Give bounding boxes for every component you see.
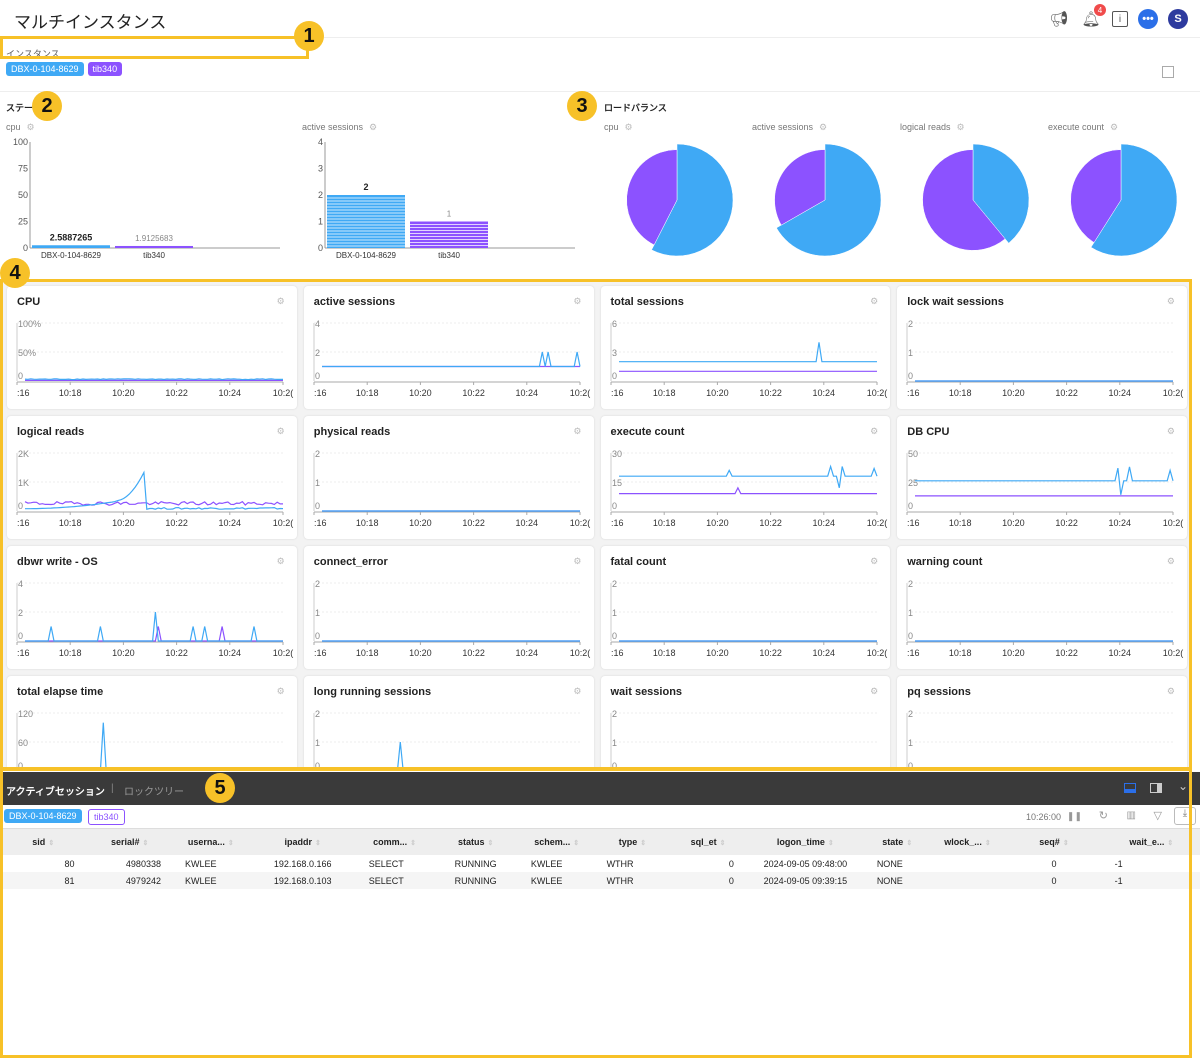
y-tick-label: 4 (318, 137, 323, 147)
gear-icon[interactable]: ⚙ (1110, 122, 1118, 133)
pie-label: cpu ⚙ (604, 122, 633, 133)
pie-label: execute count ⚙ (1048, 122, 1118, 133)
megaphone-icon[interactable]: 📢︎ (1048, 8, 1070, 30)
gear-icon[interactable]: ⚙ (27, 122, 35, 133)
x-tick-label: DBX-0-104-8629 (41, 251, 102, 260)
loadbalance-title: ロードバランス (604, 103, 667, 113)
annotation-5: 5 (205, 773, 235, 803)
bar (115, 245, 193, 248)
avatar[interactable]: S (1168, 9, 1188, 29)
x-tick-label: tib340 (438, 251, 460, 260)
data-label: 1.9125683 (135, 234, 173, 243)
annotation-3: 3 (567, 91, 597, 121)
layout-icon[interactable] (1162, 66, 1174, 78)
bar (410, 221, 488, 248)
pie-chart (774, 143, 882, 257)
pie-label-text: cpu (604, 122, 619, 132)
instance-tag-tib340[interactable]: tib340 (87, 62, 123, 76)
gear-icon[interactable]: ⚙ (625, 122, 633, 133)
notification-badge: 4 (1094, 4, 1106, 16)
y-tick-label: 1 (318, 217, 323, 227)
y-tick-label: 0 (318, 243, 323, 253)
pie-label: active sessions ⚙ (752, 122, 827, 133)
bell-icon[interactable]: 🔔︎ 4 (1080, 4, 1106, 30)
annotation-frame-4 (0, 279, 1192, 770)
cpu-bar-chart: 0 25 50 75 100 2.5887265 DBX-0-104-8629 1.91256… (13, 137, 280, 260)
gear-icon[interactable]: ⚙ (369, 122, 377, 133)
cpu-label-text: cpu (6, 122, 21, 132)
y-tick-label: 3 (318, 164, 323, 174)
bar (32, 245, 110, 248)
pie-label: logical reads ⚙ (900, 122, 965, 133)
y-tick-label: 75 (18, 164, 28, 174)
instance-tag-dbx[interactable]: DBX-0-104-8629 (6, 62, 84, 76)
sessions-label-text: active sessions (302, 122, 364, 132)
data-label: 2.5887265 (50, 232, 93, 242)
sessions-bar-chart: 0 1 2 3 4 2 DBX-0-104-8629 1 tib340 (318, 137, 575, 260)
page-title: マルチインスタンス (14, 13, 167, 32)
pie-chart (922, 143, 1030, 251)
y-tick-label: 25 (18, 217, 28, 227)
y-tick-label: 50 (18, 190, 28, 200)
cpu-bar-label: cpu ⚙ (6, 122, 35, 133)
pie-label-text: logical reads (900, 122, 951, 132)
x-tick-label: DBX-0-104-8629 (336, 251, 397, 260)
annotation-frame-1b (0, 36, 309, 59)
chat-icon[interactable]: ••• (1138, 9, 1158, 29)
pie-chart (626, 143, 734, 257)
pie-chart (1070, 143, 1178, 257)
sessions-bar-label: active sessions ⚙ (302, 122, 377, 133)
gear-icon[interactable]: ⚙ (957, 122, 965, 133)
app-header: マルチインスタンス 📢︎ 🔔︎ 4 i ••• S (0, 0, 1200, 38)
x-tick-label: tib340 (143, 251, 165, 260)
gear-icon[interactable]: ⚙ (819, 122, 827, 133)
annotation-1: 1 (294, 21, 324, 51)
annotation-4: 4 (0, 258, 30, 288)
annotation-2: 2 (32, 91, 62, 121)
y-tick-label: 0 (23, 243, 28, 253)
y-tick-label: 100 (13, 137, 28, 147)
info-box-icon[interactable]: i (1112, 11, 1128, 27)
pie-label-text: execute count (1048, 122, 1105, 132)
pie-label-text: active sessions (752, 122, 814, 132)
data-label: 2 (363, 182, 368, 192)
y-tick-label: 2 (318, 190, 323, 200)
annotation-frame-5 (0, 768, 1192, 1058)
data-label: 1 (447, 210, 452, 219)
